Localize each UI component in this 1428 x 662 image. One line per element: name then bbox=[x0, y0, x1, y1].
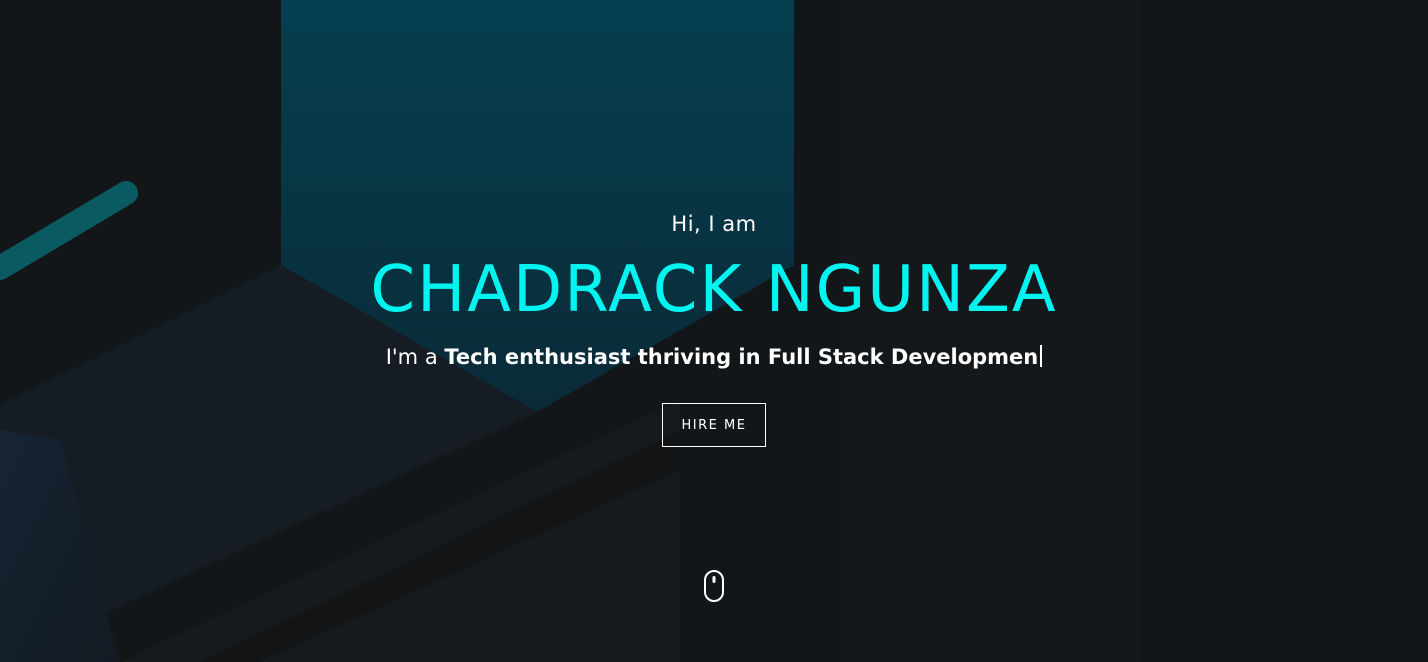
tagline-role: Tech enthusiast thriving in Full Stack D… bbox=[444, 345, 1039, 369]
hero-content: Hi, I am CHADRACK NGUNZA I'm a Tech enth… bbox=[0, 0, 1428, 662]
hire-me-button[interactable]: HIRE ME bbox=[662, 403, 766, 447]
hero-section: Hi, I am CHADRACK NGUNZA I'm a Tech enth… bbox=[0, 0, 1428, 662]
hero-tagline: I'm a Tech enthusiast thriving in Full S… bbox=[0, 345, 1428, 369]
mouse-scroll-icon[interactable] bbox=[703, 569, 725, 603]
greeting-text: Hi, I am bbox=[671, 212, 757, 236]
typing-cursor bbox=[1040, 345, 1043, 367]
hero-name: CHADRACK NGUNZA bbox=[370, 253, 1058, 327]
tagline-prefix: I'm a bbox=[385, 345, 445, 369]
